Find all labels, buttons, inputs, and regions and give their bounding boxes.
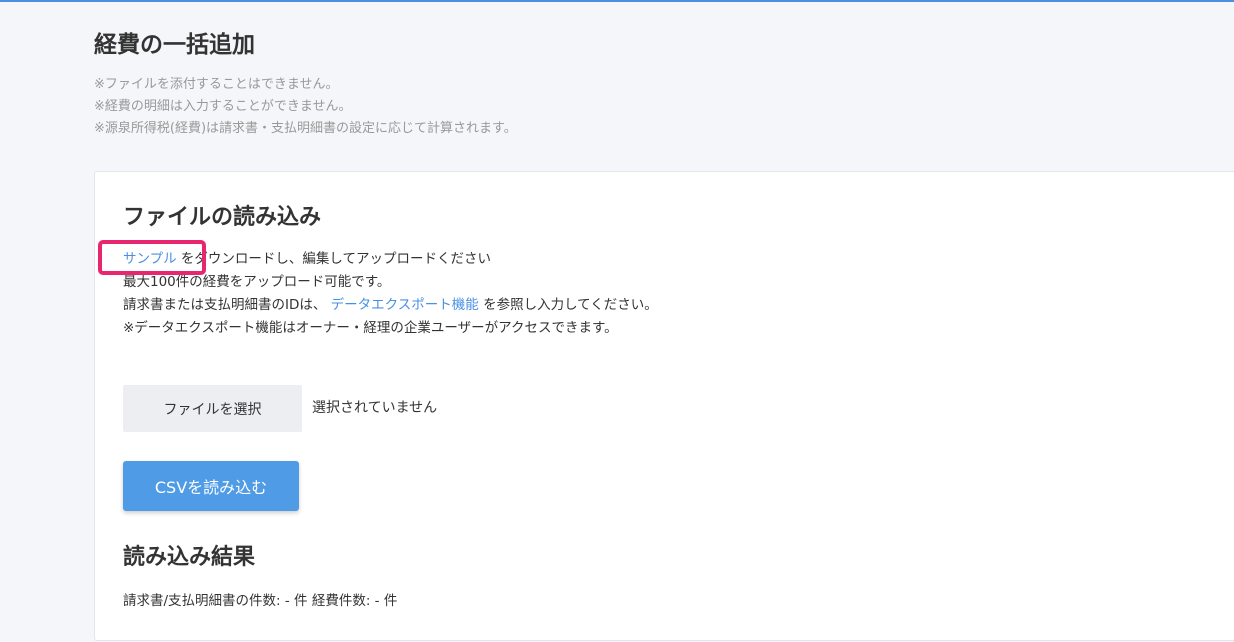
- upload-instructions: サンプル をダウンロードし、編集してアップロードください 最大100件の経費をア…: [123, 248, 658, 340]
- note-line: ※ファイルを添付することはできません。: [94, 77, 339, 92]
- page-notes: ※ファイルを添付することはできません。 ※経費の明細は入力することができません。…: [94, 74, 517, 140]
- top-accent-bar: [0, 0, 1234, 2]
- result-section-title: 読み込み結果: [123, 545, 256, 570]
- instruction-line: 請求書または支払明細書のIDは、 データエクスポート機能 を参照し入力してくださ…: [123, 294, 658, 317]
- data-export-link[interactable]: データエクスポート機能: [331, 297, 479, 313]
- note-line: ※経費の明細は入力することができません。: [94, 99, 352, 114]
- instruction-text: を参照し入力してください。: [478, 297, 658, 313]
- instruction-line: 最大100件の経費をアップロード可能です。: [123, 274, 391, 290]
- instruction-line: ※データエクスポート機能はオーナー・経理の企業ユーザーがアクセスできます。: [123, 320, 618, 336]
- note-line: ※源泉所得税(経費)は請求書・支払明細書の設定に応じて計算されます。: [94, 121, 517, 136]
- upload-section-title: ファイルの読み込み: [123, 205, 322, 230]
- sample-download-link[interactable]: サンプル: [123, 251, 177, 267]
- page-title: 経費の一括追加: [94, 32, 255, 58]
- upload-card: ファイルの読み込み サンプル をダウンロードし、編集してアップロードください 最…: [94, 171, 1234, 641]
- file-status-text: 選択されていません: [312, 400, 438, 416]
- result-counts-text: 請求書/支払明細書の件数: - 件 経費件数: - 件: [123, 593, 398, 609]
- instruction-text: 請求書または支払明細書のIDは、: [123, 297, 331, 313]
- load-csv-button[interactable]: CSVを読み込む: [123, 461, 299, 511]
- choose-file-button[interactable]: ファイルを選択: [123, 385, 302, 432]
- instruction-text: をダウンロードし、編集してアップロードください: [176, 251, 491, 267]
- instruction-line: サンプル をダウンロードし、編集してアップロードください: [123, 248, 658, 271]
